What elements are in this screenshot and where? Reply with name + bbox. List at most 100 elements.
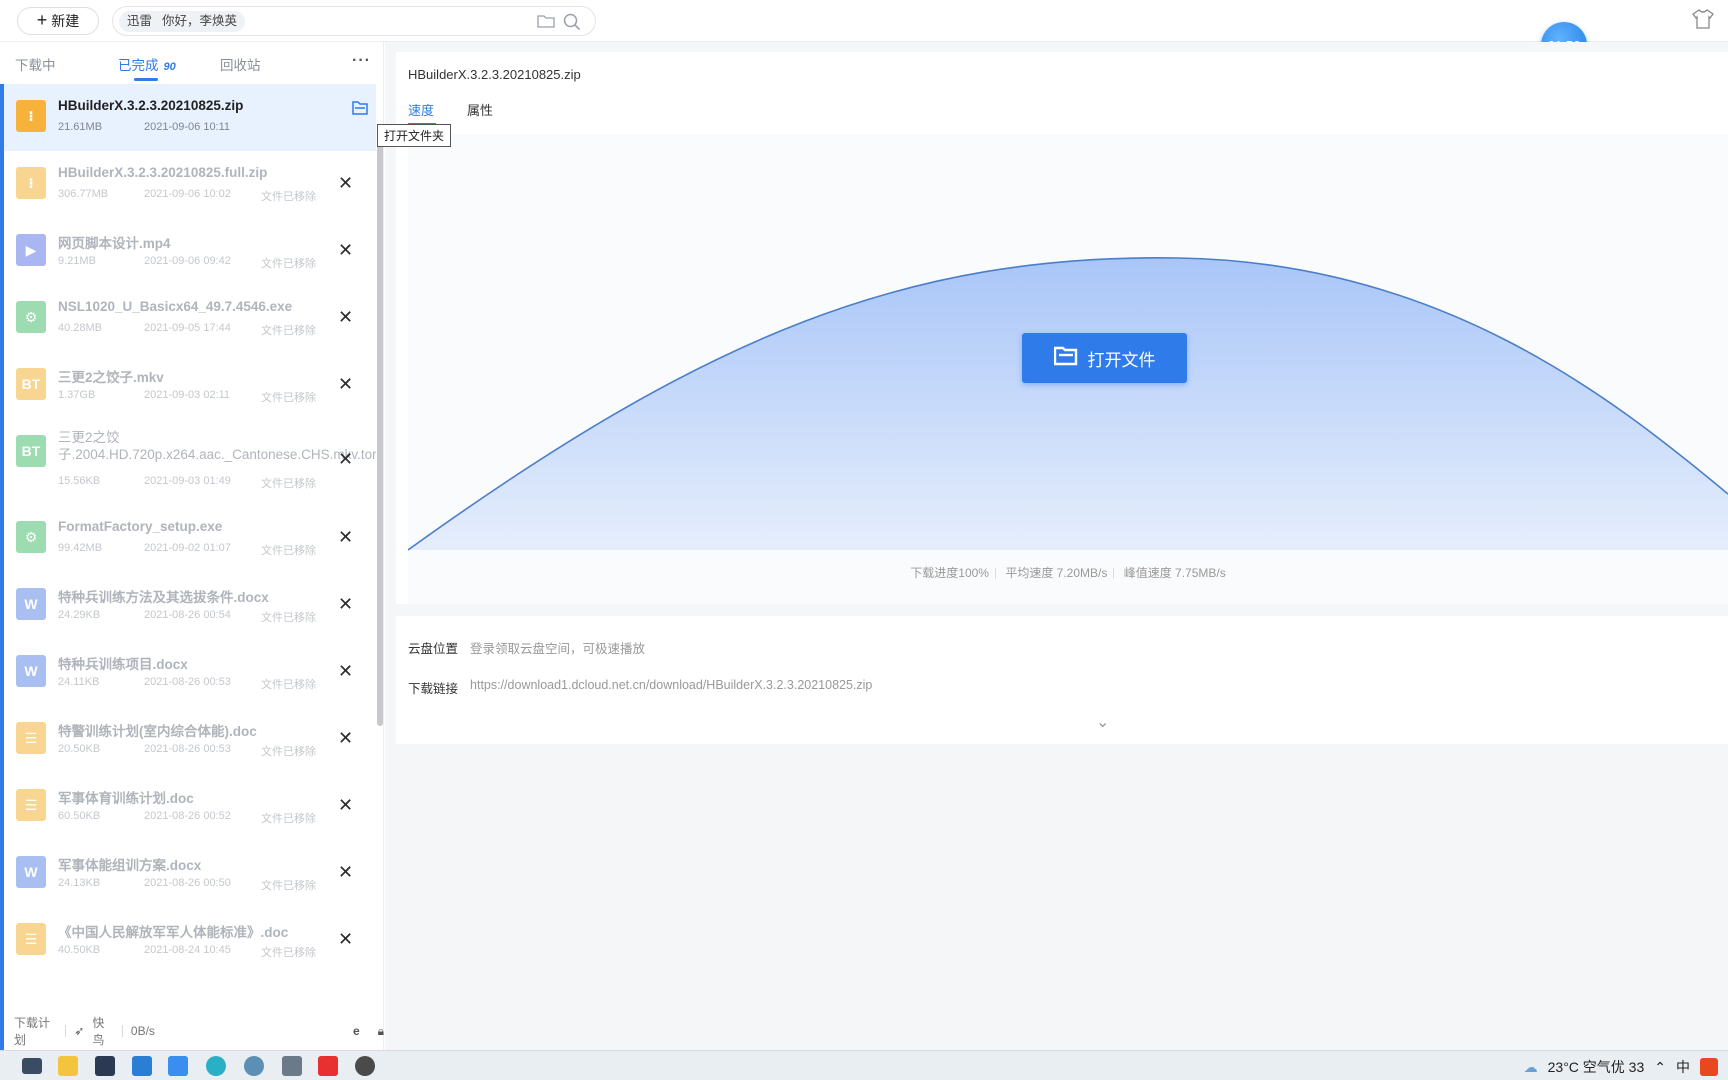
- delete-icon[interactable]: ✕: [338, 449, 353, 470]
- kuainiao-link[interactable]: 快鸟: [92, 1014, 114, 1048]
- list-item[interactable]: W 特种兵训练项目.docx 24.11KB 2021-08-26 00:53 文件已移…: [4, 639, 376, 706]
- file-meta: 40.50KB 2021-08-24 10:45 文件已移除: [58, 944, 316, 959]
- doc-file-icon: ☰: [16, 789, 46, 821]
- app-icon[interactable]: [244, 1056, 264, 1076]
- tab-downloading[interactable]: 下载中: [15, 54, 56, 74]
- list-item[interactable]: ▶ 网页脚本设计.mp4 9.21MB 2021-09-06 09:42 文件已移除 ✕: [4, 218, 376, 285]
- file-meta: 1.37GB 2021-09-03 02:11 文件已移除: [58, 389, 316, 404]
- file-name: 三更2之饺子.2004.HD.720p.x264.aac._Cantonese.…: [58, 430, 376, 462]
- avg-speed-text: 平均速度 7.20MB/s: [1005, 566, 1108, 580]
- settings-icon[interactable]: [355, 1056, 375, 1076]
- folder-search-icon[interactable]: [537, 13, 555, 34]
- word-file-icon: W: [16, 655, 46, 687]
- file-explorer-icon[interactable]: [58, 1056, 78, 1076]
- store-icon[interactable]: [95, 1056, 115, 1076]
- file-size: 1.37GB: [58, 389, 96, 401]
- edge-icon[interactable]: [206, 1056, 226, 1076]
- bottom-bar: 下载计划 ➶ 快鸟 0B/s e 🔒︎: [0, 1012, 384, 1050]
- delete-icon[interactable]: ✕: [338, 795, 353, 816]
- cloud-value[interactable]: 登录领取云盘空间，可极速播放: [470, 638, 645, 657]
- file-status: 文件已移除: [261, 880, 316, 892]
- open-file-button[interactable]: 打开文件: [1022, 333, 1187, 383]
- list-item[interactable]: ⁝ HBuilderX.3.2.3.20210825.full.zip 306.77…: [4, 151, 376, 218]
- file-name: 特种兵训练项目.docx: [58, 657, 188, 672]
- list-item[interactable]: ✕Jianying_pro_1_6_0_3497_jianyingpro_bai…: [4, 974, 376, 984]
- folder-open-icon: [1053, 346, 1078, 371]
- file-status: 文件已移除: [261, 191, 316, 203]
- chevron-up-icon[interactable]: ⌃: [1654, 1059, 1666, 1076]
- file-name: HBuilderX.3.2.3.20210825.full.zip: [58, 165, 268, 180]
- file-name: NSL1020_U_Basicx64_49.7.4546.exe: [58, 299, 293, 314]
- search-icon[interactable]: [563, 13, 581, 36]
- file-size: 9.21MB: [58, 255, 96, 267]
- mail-icon[interactable]: [132, 1056, 152, 1076]
- file-name: HBuilderX.3.2.3.20210825.zip: [58, 98, 244, 113]
- sogou-icon[interactable]: [1700, 1058, 1718, 1076]
- scrollbar[interactable]: [377, 126, 383, 726]
- list-item[interactable]: W 特种兵训练方法及其选拔条件.docx 24.29KB 2021-08-26 00:…: [4, 572, 376, 639]
- chevron-down-icon[interactable]: ⌄: [1096, 712, 1109, 732]
- ime-indicator[interactable]: 中: [1676, 1057, 1690, 1077]
- tshirt-icon[interactable]: [1692, 9, 1714, 31]
- file-size: 306.77MB: [58, 188, 109, 200]
- link-value[interactable]: https://download1.dcloud.net.cn/download…: [470, 678, 872, 697]
- word-file-icon: W: [16, 856, 46, 888]
- link-row: 下载链接 https://download1.dcloud.net.cn/dow…: [408, 678, 872, 697]
- file-date: 2021-09-03 01:49: [144, 475, 231, 487]
- notepad-icon[interactable]: [282, 1056, 302, 1076]
- file-date: 2021-09-05 17:44: [144, 322, 231, 334]
- cloud-row: 云盘位置 登录领取云盘空间，可极速播放: [408, 638, 645, 657]
- weather-icon: ☁: [1523, 1058, 1538, 1075]
- wps-icon[interactable]: [318, 1056, 338, 1076]
- delete-icon[interactable]: ✕: [338, 173, 353, 194]
- list-item[interactable]: ☰ 《中国人民解放军军人体能标准》.doc 40.50KB 2021-08-24 10…: [4, 907, 376, 974]
- lock-icon[interactable]: 🔒︎: [378, 1024, 384, 1039]
- file-date: 2021-08-26 00:54: [144, 609, 231, 621]
- tab-recycle[interactable]: 回收站: [220, 54, 261, 74]
- ie-icon[interactable]: e: [353, 1024, 360, 1038]
- open-folder-icon[interactable]: [352, 101, 368, 120]
- top-bar: + 新建 迅雷 你好，李焕英: [0, 0, 1728, 42]
- file-meta: 21.61MB 2021-09-06 10:11: [58, 121, 230, 133]
- exe-file-icon: ⚙: [16, 521, 46, 553]
- delete-icon[interactable]: ✕: [338, 527, 353, 548]
- system-tray: ☁ 23°C 空气优 33 ⌃ 中: [1524, 1057, 1718, 1077]
- thunder-icon[interactable]: [168, 1056, 188, 1076]
- file-date: 2021-09-06 10:02: [144, 188, 231, 200]
- file-meta: 24.29KB 2021-08-26 00:54 文件已移除: [58, 609, 316, 624]
- delete-icon[interactable]: ✕: [338, 594, 353, 615]
- peak-speed-text: 峰值速度 7.75MB/s: [1123, 566, 1226, 580]
- list-item[interactable]: W 军事体能组训方案.docx 24.13KB 2021-08-26 00:50 文件已…: [4, 840, 376, 907]
- delete-icon[interactable]: ✕: [338, 661, 353, 682]
- delete-icon[interactable]: ✕: [338, 240, 353, 261]
- file-meta: 15.56KB 2021-09-03 01:49 文件已移除: [58, 475, 316, 490]
- divider: [65, 1025, 67, 1037]
- file-size: 60.50KB: [58, 810, 101, 822]
- file-status: 文件已移除: [261, 813, 316, 825]
- tab-speed[interactable]: 速度: [408, 100, 434, 119]
- download-plan-link[interactable]: 下载计划: [14, 1014, 57, 1048]
- file-meta: 60.50KB 2021-08-26 00:52 文件已移除: [58, 810, 316, 825]
- task-view-icon[interactable]: [22, 1058, 42, 1074]
- list-item[interactable]: ⚙ NSL1020_U_Basicx64_49.7.4546.exe 40.28MB…: [4, 285, 376, 352]
- delete-icon[interactable]: ✕: [338, 374, 353, 395]
- bird-icon: ➶: [74, 1024, 85, 1038]
- list-item[interactable]: BT 三更2之饺子.2004.HD.720p.x264.aac._Cantones…: [4, 419, 376, 505]
- more-icon[interactable]: ···: [352, 52, 371, 70]
- delete-icon[interactable]: ✕: [338, 307, 353, 328]
- list-item[interactable]: ⚙ FormatFactory_setup.exe 99.42MB 2021-09-0…: [4, 505, 376, 572]
- list-item[interactable]: ⁝ HBuilderX.3.2.3.20210825.zip 21.61MB 2021…: [4, 84, 376, 151]
- new-task-button[interactable]: + 新建: [17, 7, 99, 35]
- delete-icon[interactable]: ✕: [338, 728, 353, 749]
- open-file-label: 打开文件: [1087, 350, 1156, 370]
- search-bar[interactable]: 迅雷 你好，李焕英: [112, 6, 596, 36]
- tab-properties[interactable]: 属性: [467, 100, 493, 119]
- list-item[interactable]: BT 三更2之饺子.mkv 1.37GB 2021-09-03 02:11 文件已移除 ✕: [4, 352, 376, 419]
- weather-text[interactable]: 23°C 空气优 33: [1548, 1057, 1645, 1077]
- delete-icon[interactable]: ✕: [338, 862, 353, 883]
- list-item[interactable]: ☰ 军事体育训练计划.doc 60.50KB 2021-08-26 00:52 文件已移…: [4, 773, 376, 840]
- delete-icon[interactable]: ✕: [338, 929, 353, 950]
- list-item[interactable]: ☰ 特警训练计划(室内综合体能).doc 20.50KB 2021-08-26 00:…: [4, 706, 376, 773]
- tab-completed[interactable]: 已完成 90: [118, 54, 176, 74]
- file-date: 2021-08-26 00:50: [144, 877, 231, 889]
